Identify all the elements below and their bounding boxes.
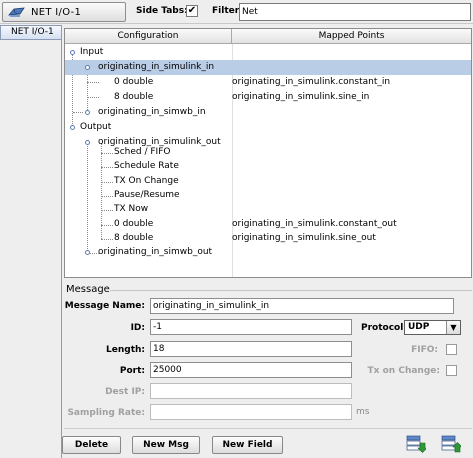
- tree-row[interactable]: Input: [65, 45, 471, 60]
- export-up-icon: [441, 435, 461, 453]
- delete-button[interactable]: Delete: [62, 436, 121, 454]
- network-icon: [8, 7, 25, 17]
- fifo-checkbox[interactable]: [446, 344, 457, 355]
- tree-row-label: Output: [80, 122, 112, 132]
- sampling-rate-unit: ms: [356, 407, 370, 417]
- port-label: Port:: [119, 366, 145, 376]
- tree-row-label: 0 double: [114, 77, 154, 87]
- tree-row-label: originating_in_simwb_in: [98, 107, 206, 117]
- tree-row[interactable]: Sched / FIFO: [65, 145, 471, 160]
- tree-row[interactable]: originating_in_simwb_out: [65, 245, 471, 260]
- tree-row-label: TX On Change: [114, 176, 179, 186]
- tree-row[interactable]: 0 double originating_in_simulink.constan…: [65, 75, 471, 90]
- length-field[interactable]: 18: [150, 341, 352, 357]
- length-label: Length:: [106, 345, 145, 355]
- protocol-select[interactable]: UDP ▼: [404, 320, 461, 335]
- tree-row-label: TX Now: [114, 204, 149, 214]
- message-name-label: Message Name:: [64, 301, 145, 311]
- fifo-label: FIFO:: [411, 345, 438, 355]
- protocol-value: UDP: [408, 322, 430, 332]
- dest-ip-field[interactable]: [150, 383, 352, 399]
- sampling-rate-field[interactable]: [150, 404, 352, 420]
- protocol-label: Protocol:: [361, 323, 407, 333]
- tree-row-label: originating_in_simwb_out: [98, 247, 213, 257]
- port-field[interactable]: 25000: [150, 362, 352, 378]
- tree-row[interactable]: 0 double originating_in_simulink.constan…: [65, 217, 471, 232]
- tree-toggle-icon[interactable]: [70, 125, 75, 130]
- tree-row-label: originating_in_simulink_in: [98, 62, 215, 72]
- tree-row[interactable]: originating_in_simwb_in: [65, 105, 471, 120]
- id-field[interactable]: -1: [150, 319, 352, 335]
- tree-row[interactable]: Pause/Resume: [65, 188, 471, 203]
- tree-row-mapped: originating_in_simulink.constant_out: [232, 219, 397, 229]
- tree-row[interactable]: Schedule Rate: [65, 159, 471, 174]
- chevron-down-icon[interactable]: ▼: [446, 321, 460, 334]
- tx-on-change-checkbox[interactable]: [446, 365, 457, 376]
- export-button[interactable]: [440, 434, 462, 454]
- import-button[interactable]: [405, 434, 427, 454]
- message-section-title: Message: [66, 284, 110, 295]
- sampling-rate-label: Sampling Rate:: [67, 408, 145, 418]
- tree-row-mapped: originating_in_simulink.sine_in: [232, 92, 370, 102]
- tree-toggle-icon[interactable]: [85, 250, 90, 255]
- tree-row-label: Input: [80, 47, 104, 57]
- title-button[interactable]: NET I/O-1: [2, 2, 126, 22]
- tx-on-change-label: Tx on Change:: [367, 366, 440, 376]
- column-header: Configuration Mapped Points: [65, 29, 471, 44]
- tree-row-mapped: originating_in_simulink.sine_out: [232, 233, 376, 243]
- configuration-tree-table[interactable]: Configuration Mapped Points Input origin…: [64, 28, 472, 278]
- tree-row-label: Schedule Rate: [114, 161, 179, 171]
- id-label: ID:: [130, 323, 145, 333]
- import-down-icon: [406, 435, 426, 453]
- tree-row[interactable]: 8 double originating_in_simulink.sine_ou…: [65, 231, 471, 246]
- filter-input[interactable]: Net: [239, 3, 471, 21]
- tree-row[interactable]: TX On Change: [65, 174, 471, 189]
- side-tabs-checkbox[interactable]: ✔: [186, 5, 198, 17]
- bottom-separator: [64, 428, 472, 429]
- new-field-button[interactable]: New Field: [212, 436, 283, 454]
- tree-row-label: 0 double: [114, 219, 154, 229]
- tree-row-mapped: originating_in_simulink.constant_in: [232, 77, 391, 87]
- tree-row[interactable]: originating_in_simulink_in: [65, 60, 471, 75]
- column-header-mapped-points[interactable]: Mapped Points: [232, 29, 471, 43]
- tree-row-label: Pause/Resume: [114, 190, 180, 200]
- tree-row[interactable]: Output: [65, 120, 471, 135]
- tree-row-label: Sched / FIFO: [114, 147, 171, 157]
- tree-row[interactable]: 8 double originating_in_simulink.sine_in: [65, 90, 471, 105]
- tree-toggle-icon[interactable]: [85, 110, 90, 115]
- column-header-configuration[interactable]: Configuration: [65, 29, 232, 43]
- tree-toggle-icon[interactable]: [85, 65, 90, 70]
- message-section-separator: [110, 290, 472, 291]
- tree-row[interactable]: TX Now: [65, 202, 471, 217]
- message-name-field[interactable]: originating_in_simulink_in: [150, 298, 454, 314]
- side-tabs-label: Side Tabs:: [136, 6, 188, 16]
- dest-ip-label: Dest IP:: [105, 387, 145, 397]
- side-tab-net-io-1[interactable]: NET I/O-1: [0, 25, 61, 40]
- tree-row-label: 8 double: [114, 233, 154, 243]
- new-msg-button[interactable]: New Msg: [132, 436, 200, 454]
- tree-row-label: 8 double: [114, 92, 154, 102]
- tree-toggle-icon[interactable]: [70, 50, 75, 55]
- title-label: NET I/O-1: [31, 6, 82, 18]
